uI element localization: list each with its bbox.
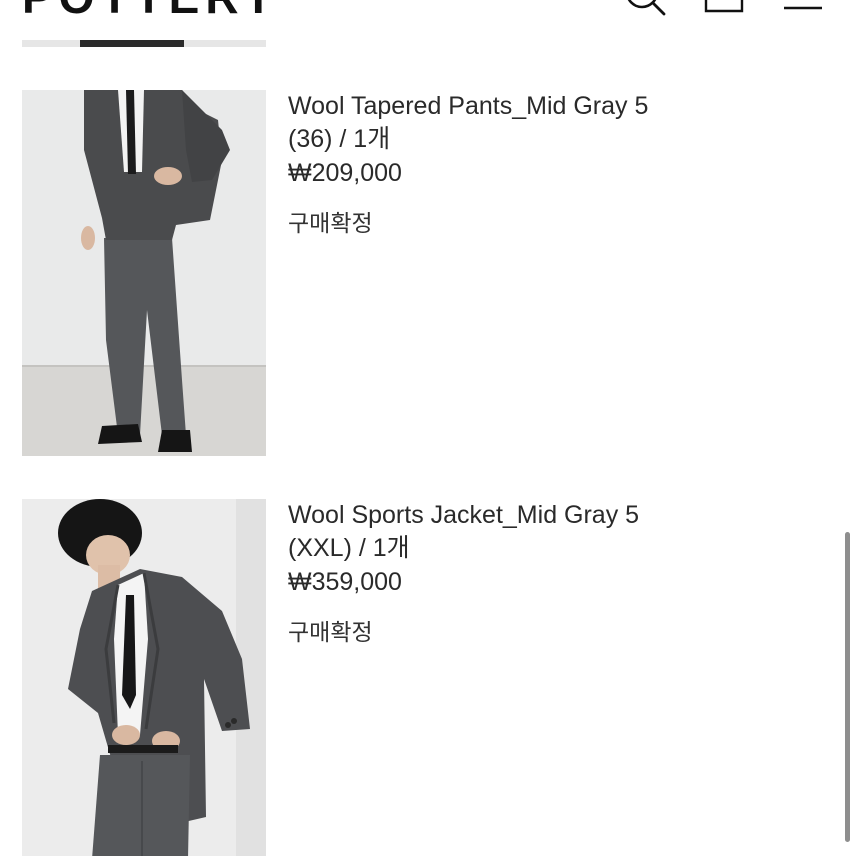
product-name[interactable]: Wool Sports Jacket_Mid Gray 5 (XXL) / 1개 [288, 499, 708, 565]
order-item[interactable]: Wool Sports Jacket_Mid Gray 5 (XXL) / 1개… [22, 499, 842, 856]
product-title: Wool Tapered Pants_Mid Gray 5 [288, 92, 649, 120]
search-icon [627, 0, 666, 16]
product-option: (XXL) / 1개 [288, 534, 410, 562]
product-price: ₩209,000 [288, 159, 402, 187]
search-button[interactable] [624, 0, 668, 24]
order-status: 구매확정 [288, 619, 373, 645]
previous-item-thumbnail-edge [22, 40, 266, 47]
order-history-page: POTTERY [0, 0, 856, 856]
product-price: ₩359,000 [288, 568, 402, 596]
hamburger-menu-icon [784, 6, 822, 10]
vertical-scrollbar[interactable] [845, 532, 850, 842]
top-header: POTTERY [0, 0, 856, 24]
shopping-bag-icon [704, 0, 744, 13]
order-item-info: Wool Tapered Pants_Mid Gray 5 (36) / 1개 … [288, 90, 708, 238]
product-name[interactable]: Wool Tapered Pants_Mid Gray 5 (36) / 1개 [288, 90, 708, 156]
product-image[interactable] [22, 90, 266, 456]
order-status: 구매확정 [288, 210, 373, 236]
product-title: Wool Sports Jacket_Mid Gray 5 [288, 501, 640, 529]
order-item-info: Wool Sports Jacket_Mid Gray 5 (XXL) / 1개… [288, 499, 708, 647]
cart-button[interactable] [702, 0, 746, 24]
wool-tapered-pants-model-photo [22, 90, 266, 456]
brand-logo[interactable]: POTTERY [22, 0, 280, 20]
order-item[interactable]: Wool Tapered Pants_Mid Gray 5 (36) / 1개 … [22, 90, 842, 456]
wool-sports-jacket-model-photo [22, 499, 266, 856]
product-option: (36) / 1개 [288, 125, 391, 153]
menu-button[interactable] [780, 0, 824, 24]
product-image[interactable] [22, 499, 266, 856]
